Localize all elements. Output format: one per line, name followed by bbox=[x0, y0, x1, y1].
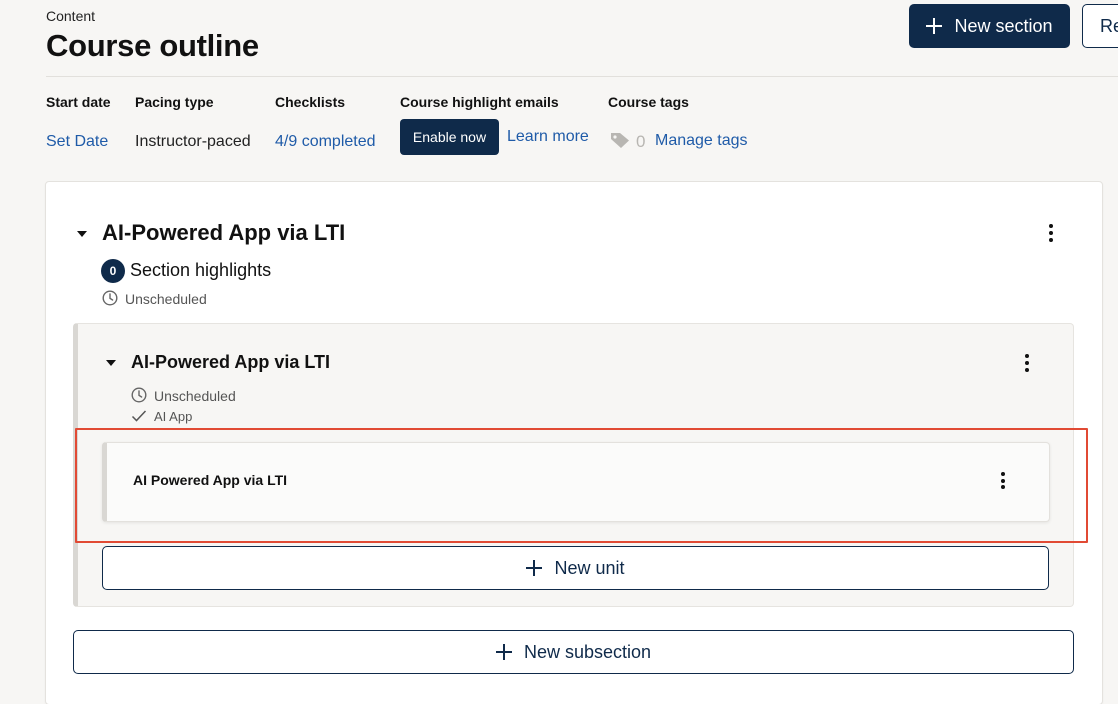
learn-more-link[interactable]: Learn more bbox=[507, 128, 589, 146]
course-tags-label: Course tags bbox=[608, 94, 689, 110]
unit-title[interactable]: AI Powered App via LTI bbox=[133, 472, 287, 488]
new-subsection-button[interactable]: New subsection bbox=[73, 630, 1074, 674]
enable-now-button[interactable]: Enable now bbox=[400, 119, 499, 155]
new-subsection-label: New subsection bbox=[523, 641, 652, 662]
highlight-emails-label: Course highlight emails bbox=[400, 94, 559, 110]
unit-menu-icon[interactable] bbox=[1000, 472, 1006, 489]
section-menu-icon[interactable] bbox=[1048, 224, 1054, 242]
new-unit-button[interactable]: New unit bbox=[102, 546, 1049, 590]
clock-icon bbox=[102, 290, 118, 306]
subsection-title[interactable]: AI-Powered App via LTI bbox=[131, 352, 330, 373]
page-title: Course outline bbox=[46, 28, 259, 63]
secondary-header-button[interactable]: Re bbox=[1082, 4, 1118, 48]
new-unit-label: New unit bbox=[554, 557, 625, 578]
pacing-type-value: Instructor-paced bbox=[135, 133, 251, 150]
checklists-link[interactable]: 4/9 completed bbox=[275, 133, 376, 151]
subsection-schedule-status: Unscheduled bbox=[154, 388, 236, 404]
clock-icon bbox=[131, 387, 147, 403]
plus-icon bbox=[495, 644, 512, 660]
breadcrumb: Content bbox=[46, 8, 96, 24]
section-highlights-link[interactable]: Section highlights bbox=[130, 260, 271, 281]
secondary-header-button-label: Re bbox=[1100, 15, 1118, 36]
subsection-grading-label: AI App bbox=[154, 409, 193, 424]
new-section-label: New section bbox=[954, 15, 1053, 36]
plus-icon bbox=[926, 18, 943, 34]
start-date-label: Start date bbox=[46, 94, 111, 110]
highlights-count-badge: 0 bbox=[101, 259, 125, 283]
section-title[interactable]: AI-Powered App via LTI bbox=[102, 220, 345, 246]
tag-icon bbox=[611, 133, 629, 148]
manage-tags-link[interactable]: Manage tags bbox=[655, 132, 748, 150]
check-icon bbox=[131, 410, 147, 422]
section-schedule-status: Unscheduled bbox=[125, 291, 207, 307]
subsection-menu-icon[interactable] bbox=[1024, 354, 1030, 372]
pacing-type-label: Pacing type bbox=[135, 94, 214, 110]
tag-count: 0 bbox=[636, 132, 646, 151]
subsection-collapse-icon[interactable] bbox=[106, 360, 116, 366]
new-section-button[interactable]: New section bbox=[909, 4, 1070, 48]
set-date-link[interactable]: Set Date bbox=[46, 133, 108, 151]
header-divider bbox=[46, 76, 1118, 77]
section-collapse-icon[interactable] bbox=[77, 231, 87, 237]
plus-icon bbox=[526, 560, 543, 576]
checklists-label: Checklists bbox=[275, 94, 346, 110]
